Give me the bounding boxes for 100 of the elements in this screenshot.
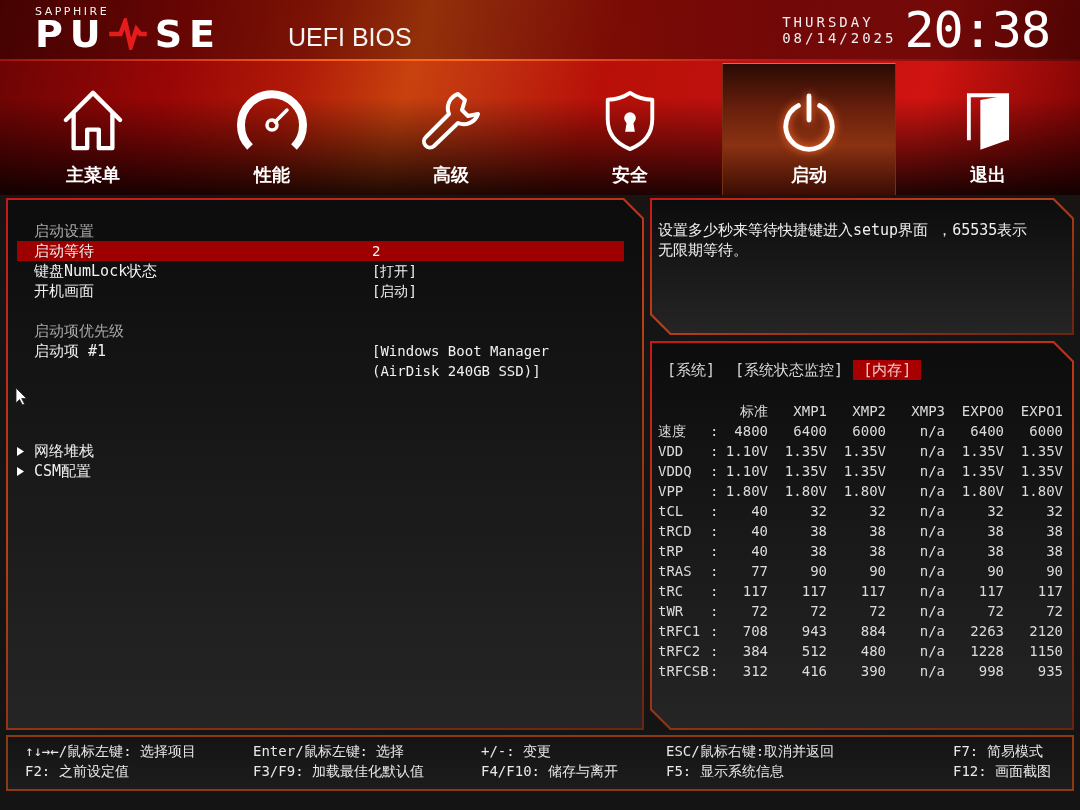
table-cell-text: 38	[986, 522, 1004, 541]
table-cell-text: 90	[986, 562, 1004, 581]
table-cell-text: 390	[859, 662, 886, 681]
table-cell-text: 72	[809, 602, 827, 621]
table-cell-text: 1.10V	[724, 462, 768, 481]
column-header: XMP1	[792, 402, 827, 421]
nav-tab[interactable]: 性能	[182, 63, 361, 195]
bios-title: UEFI BIOS	[288, 22, 412, 52]
column-header: EXPO1	[1019, 402, 1063, 421]
row-label: VDD	[658, 442, 685, 461]
table-cell-text: n/a	[918, 442, 945, 461]
table-cell-text: 708	[741, 622, 768, 641]
row-label: 速度	[658, 422, 687, 441]
separator-text: :	[710, 562, 718, 581]
table-cell-text: 6000	[1028, 422, 1063, 441]
submenu-item[interactable]: 网络堆栈	[17, 441, 94, 461]
table-cell-text: 935	[1036, 662, 1063, 681]
key-hint: +/-: 变更	[481, 742, 552, 761]
table-cell-text: 1.80V	[783, 482, 827, 501]
setting-option[interactable]: 启动项 #1 [Windows Boot Manager (AirDisk 240GB SSD)]	[17, 341, 624, 381]
setting-option[interactable]: 键盘NumLock状态 [打开]	[17, 261, 624, 281]
table-cell-text: 32	[809, 502, 827, 521]
separator-text: :	[710, 602, 718, 621]
table-cell-text: 38	[868, 522, 886, 541]
table-cell-text: 38	[809, 542, 827, 561]
table-cell-text: n/a	[918, 502, 945, 521]
row-label: tRFCSB	[658, 662, 710, 681]
date-text: 08/14/2025	[782, 30, 897, 46]
nav-tab[interactable]: 高级	[361, 63, 540, 195]
table-cell-text: 1.80V	[960, 482, 1004, 501]
nav-tab[interactable]: 启动	[721, 63, 896, 195]
info-tab[interactable]: [系统状态监控]	[725, 360, 854, 380]
table-cell-text: n/a	[918, 562, 945, 581]
key-hint: F3/F9: 加载最佳化默认值	[253, 762, 424, 781]
section-heading: 启动设置	[33, 221, 95, 241]
nav-tab[interactable]: 退出	[898, 63, 1077, 195]
nav-tab[interactable]: 安全	[540, 63, 719, 195]
table-cell-text: n/a	[918, 662, 945, 681]
table-cell-text: 72	[750, 602, 768, 621]
home-icon	[61, 88, 124, 152]
table-cell-text: 1.80V	[724, 482, 768, 501]
table-cell-text: 1.35V	[842, 462, 886, 481]
section-heading: 启动项优先级	[33, 321, 125, 341]
table-cell-text: 38	[1045, 542, 1063, 561]
table-cell-text: 40	[750, 522, 768, 541]
table-cell-text: 1.80V	[842, 482, 886, 501]
separator-text: :	[710, 462, 718, 481]
table-cell-text: 72	[1045, 602, 1063, 621]
table-cell-text: 2263	[969, 622, 1004, 641]
table-cell-text: 38	[868, 542, 886, 561]
table-cell-text: 1.35V	[783, 442, 827, 461]
table-cell-text: n/a	[918, 482, 945, 501]
table-cell-text: 480	[859, 642, 886, 661]
table-cell-text: 1.35V	[783, 462, 827, 481]
table-cell-text: 32	[1045, 502, 1063, 521]
table-cell-text: n/a	[918, 582, 945, 601]
table-cell-text: 6000	[851, 422, 886, 441]
table-cell-text: 117	[859, 582, 886, 601]
separator-text: :	[710, 622, 718, 641]
mouse-pointer-icon	[15, 387, 28, 406]
table-cell-text: 6400	[969, 422, 1004, 441]
table-cell-text: 1.10V	[724, 442, 768, 461]
table-cell-text: 77	[750, 562, 768, 581]
nav-tab[interactable]: 主菜单	[3, 63, 182, 195]
table-cell-text: 117	[800, 582, 827, 601]
row-label: tCL	[658, 502, 685, 521]
separator-text: :	[710, 642, 718, 661]
table-cell-text: 1150	[1028, 642, 1063, 661]
row-label: tWR	[658, 602, 685, 621]
table-cell-text: 512	[800, 642, 827, 661]
setting-option[interactable]: 启动等待 2	[17, 241, 624, 261]
table-cell-text: n/a	[918, 462, 945, 481]
column-header: EXPO0	[960, 402, 1004, 421]
table-cell-text: 1.35V	[1019, 462, 1063, 481]
key-hint: F5: 显示系统信息	[666, 762, 784, 781]
submenu-item[interactable]: CSM配置	[17, 461, 92, 481]
setting-option[interactable]: 开机画面 [启动]	[17, 281, 624, 301]
table-cell-text: 884	[859, 622, 886, 641]
door-icon	[965, 92, 1010, 152]
logo-text: SE	[154, 18, 223, 50]
table-cell-text: n/a	[918, 522, 945, 541]
separator-text: :	[710, 542, 718, 561]
table-cell-text: n/a	[918, 642, 945, 661]
table-cell-text: 312	[741, 662, 768, 681]
row-label: VDDQ	[658, 462, 693, 481]
table-cell-text: 38	[1045, 522, 1063, 541]
table-cell-text: 90	[809, 562, 827, 581]
key-hint: ↑↓→←/鼠标左键: 选择项目	[25, 742, 196, 761]
key-hint: F12: 画面截图	[953, 762, 1052, 781]
row-label: VPP	[658, 482, 685, 501]
separator-text: :	[710, 582, 718, 601]
separator-text: :	[710, 502, 718, 521]
row-label: tRCD	[658, 522, 693, 541]
row-label: tRC	[658, 582, 685, 601]
key-hint: F2: 之前设定值	[25, 762, 129, 781]
info-tab[interactable]: [系统]	[657, 360, 726, 380]
table-cell-text: 1.35V	[842, 442, 886, 461]
column-header: XMP2	[851, 402, 886, 421]
table-cell-text: 6400	[792, 422, 827, 441]
info-tab[interactable]: [内存]	[853, 360, 922, 380]
